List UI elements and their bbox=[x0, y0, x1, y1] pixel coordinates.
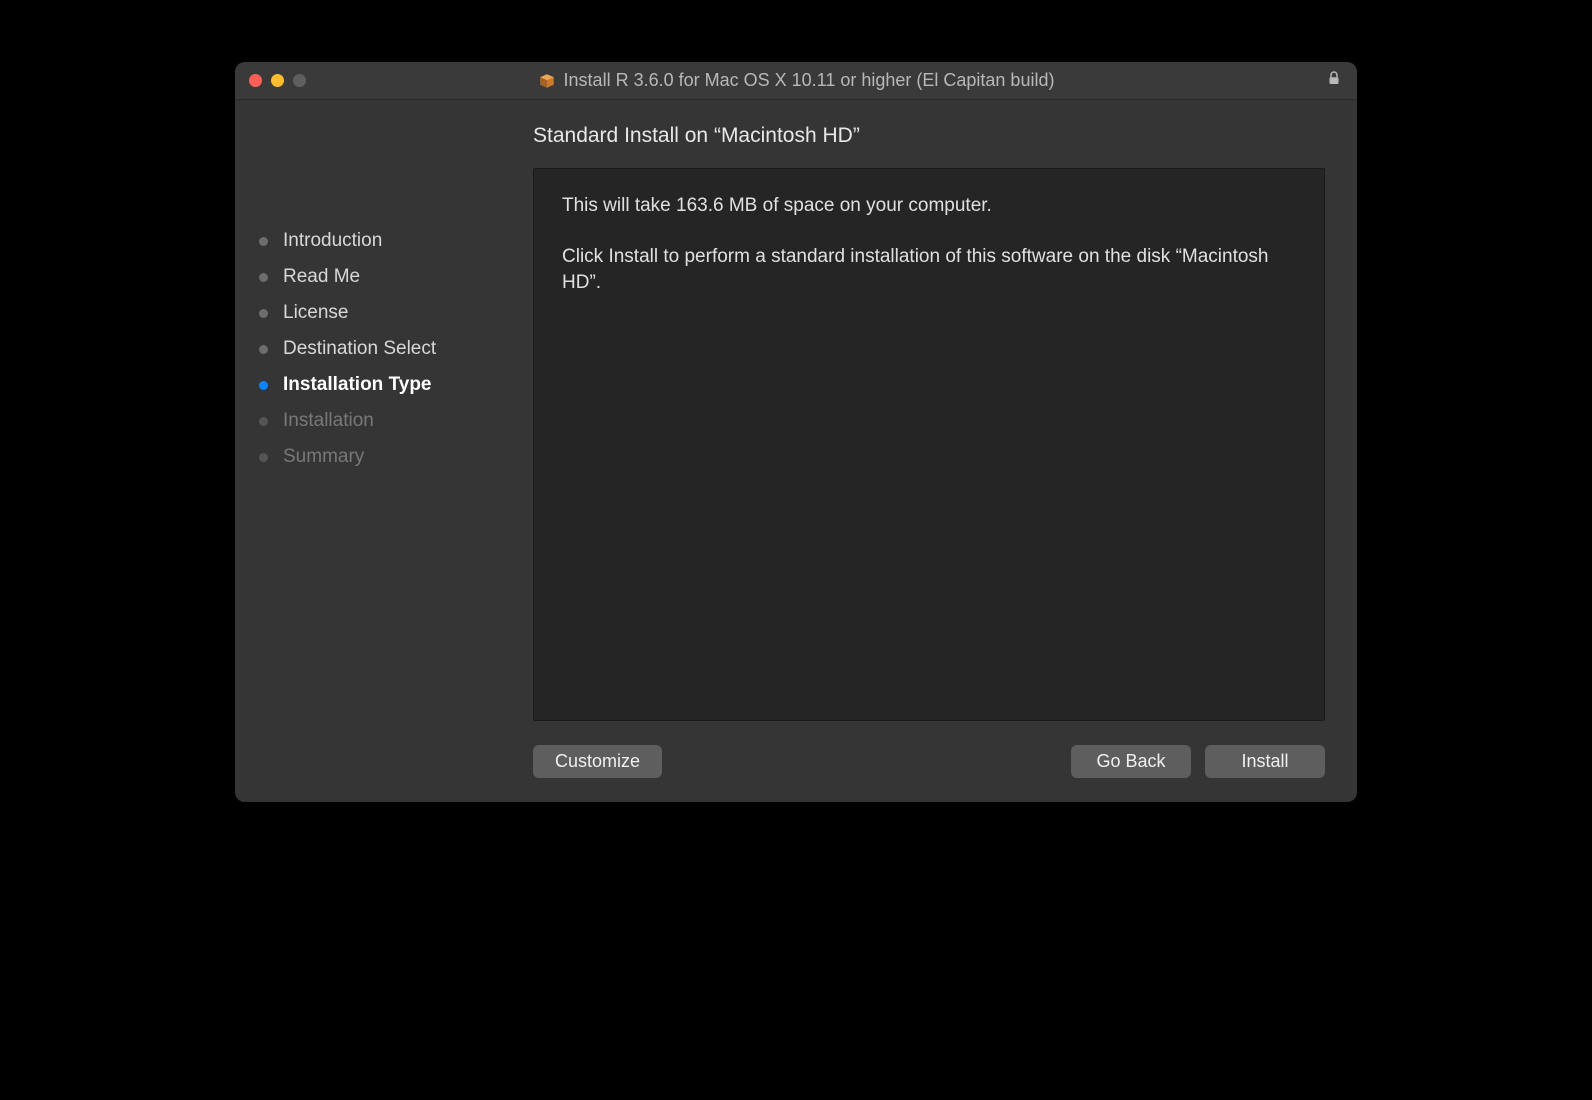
bullet-icon bbox=[259, 453, 268, 462]
bullet-icon bbox=[259, 273, 268, 282]
maximize-button bbox=[293, 74, 306, 87]
content: Introduction Read Me License Destination… bbox=[235, 100, 1357, 802]
lock-icon[interactable] bbox=[1325, 69, 1343, 92]
customize-button[interactable]: Customize bbox=[533, 745, 662, 778]
bullet-icon bbox=[259, 381, 268, 390]
sidebar: Introduction Read Me License Destination… bbox=[235, 100, 525, 802]
step-label: Installation Type bbox=[283, 374, 432, 396]
bullet-icon bbox=[259, 309, 268, 318]
step-destination-select: Destination Select bbox=[259, 338, 525, 360]
step-label: Introduction bbox=[283, 230, 382, 252]
step-summary: Summary bbox=[259, 446, 525, 468]
step-installation-type: Installation Type bbox=[259, 374, 525, 396]
step-label: Destination Select bbox=[283, 338, 436, 360]
info-panel: This will take 163.6 MB of space on your… bbox=[533, 168, 1325, 721]
minimize-button[interactable] bbox=[271, 74, 284, 87]
step-read-me: Read Me bbox=[259, 266, 525, 288]
step-license: License bbox=[259, 302, 525, 324]
bullet-icon bbox=[259, 237, 268, 246]
instruction-text: Click Install to perform a standard inst… bbox=[562, 244, 1296, 297]
bullet-icon bbox=[259, 345, 268, 354]
package-icon bbox=[538, 72, 556, 90]
step-label: License bbox=[283, 302, 349, 324]
title-wrap: Install R 3.6.0 for Mac OS X 10.11 or hi… bbox=[235, 70, 1357, 91]
close-button[interactable] bbox=[249, 74, 262, 87]
page-heading: Standard Install on “Macintosh HD” bbox=[533, 124, 1325, 148]
main: Standard Install on “Macintosh HD” This … bbox=[525, 100, 1357, 802]
step-label: Installation bbox=[283, 410, 374, 432]
installer-window: Install R 3.6.0 for Mac OS X 10.11 or hi… bbox=[235, 62, 1357, 802]
step-introduction: Introduction bbox=[259, 230, 525, 252]
go-back-button[interactable]: Go Back bbox=[1071, 745, 1191, 778]
titlebar: Install R 3.6.0 for Mac OS X 10.11 or hi… bbox=[235, 62, 1357, 100]
window-title: Install R 3.6.0 for Mac OS X 10.11 or hi… bbox=[564, 70, 1055, 91]
bullet-icon bbox=[259, 417, 268, 426]
space-required-text: This will take 163.6 MB of space on your… bbox=[562, 193, 1296, 220]
lock-wrap bbox=[1325, 69, 1343, 92]
step-installation: Installation bbox=[259, 410, 525, 432]
step-label: Read Me bbox=[283, 266, 360, 288]
traffic-lights bbox=[249, 74, 306, 87]
button-row: Customize Go Back Install bbox=[533, 745, 1325, 802]
step-label: Summary bbox=[283, 446, 364, 468]
step-list: Introduction Read Me License Destination… bbox=[259, 230, 525, 468]
install-button[interactable]: Install bbox=[1205, 745, 1325, 778]
